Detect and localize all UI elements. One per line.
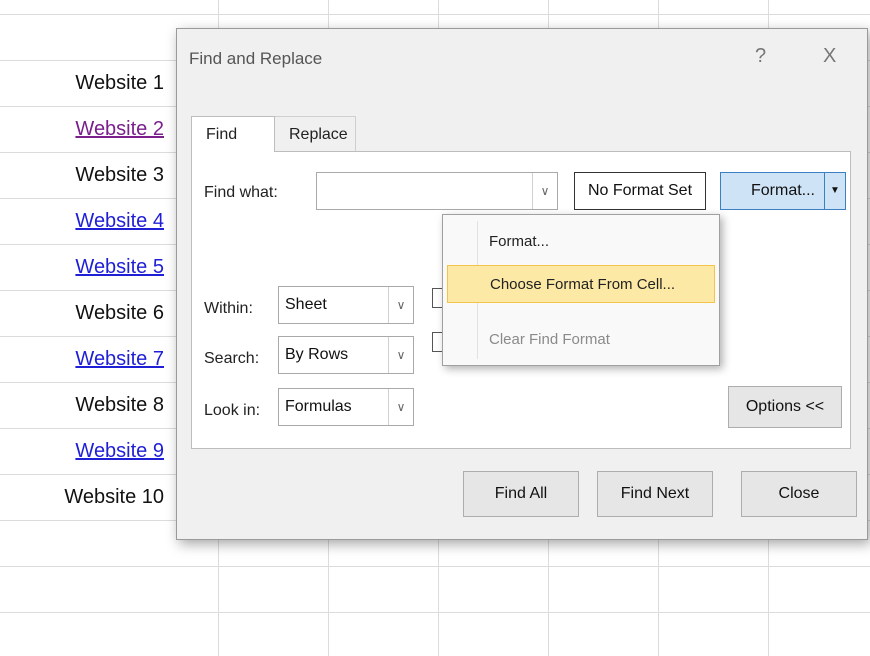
- within-label: Within:: [204, 300, 253, 317]
- search-select[interactable]: By Rows ∨: [278, 336, 414, 374]
- lookin-select[interactable]: Formulas ∨: [278, 388, 414, 426]
- cell-website-6[interactable]: Website 6: [0, 290, 172, 336]
- find-next-button[interactable]: Find Next: [597, 471, 713, 517]
- lookin-label: Look in:: [204, 402, 261, 419]
- chevron-down-icon[interactable]: ∨: [532, 173, 557, 209]
- tab-replace[interactable]: Replace: [274, 116, 356, 152]
- cell-website-1[interactable]: Website 1: [0, 60, 172, 106]
- cell-website-8[interactable]: Website 8: [0, 382, 172, 428]
- within-select[interactable]: Sheet ∨: [278, 286, 414, 324]
- grid-line: [0, 612, 870, 613]
- cell-website-5[interactable]: Website 5: [0, 244, 172, 290]
- search-label: Search:: [204, 350, 260, 367]
- menu-item-clear-find-format: Clear Find Format: [489, 331, 610, 348]
- search-value: By Rows: [285, 346, 349, 363]
- format-button[interactable]: Format... ▼: [720, 172, 846, 210]
- close-icon[interactable]: X: [823, 45, 836, 68]
- cell-website-10[interactable]: Website 10: [0, 474, 172, 520]
- cell-website-4[interactable]: Website 4: [0, 198, 172, 244]
- format-preview: No Format Set: [574, 172, 706, 210]
- find-what-input[interactable]: ∨: [316, 172, 558, 210]
- format-button-label: Format...: [750, 182, 815, 199]
- close-button[interactable]: Close: [741, 471, 857, 517]
- cell-website-3[interactable]: Website 3: [0, 152, 172, 198]
- menu-item-format[interactable]: Format...: [447, 223, 715, 261]
- help-button[interactable]: ?: [755, 45, 766, 68]
- find-all-button[interactable]: Find All: [463, 471, 579, 517]
- chevron-down-icon[interactable]: ∨: [388, 389, 413, 425]
- cell-website-9[interactable]: Website 9: [0, 428, 172, 474]
- chevron-down-icon[interactable]: ∨: [388, 337, 413, 373]
- dialog-title: Find and Replace: [189, 49, 323, 68]
- find-what-label: Find what:: [204, 184, 278, 201]
- cell-website-2[interactable]: Website 2: [0, 106, 172, 152]
- cell-website-7[interactable]: Website 7: [0, 336, 172, 382]
- lookin-value: Formulas: [285, 398, 352, 415]
- chevron-down-icon[interactable]: ∨: [388, 287, 413, 323]
- tab-find[interactable]: Find: [191, 116, 275, 152]
- options-button[interactable]: Options <<: [728, 386, 842, 428]
- grid-line: [0, 14, 870, 15]
- grid-line: [0, 566, 870, 567]
- dropdown-arrow-icon[interactable]: ▼: [824, 173, 845, 209]
- within-value: Sheet: [285, 296, 327, 313]
- format-dropdown-menu: Format... Choose Format From Cell... Cle…: [442, 214, 720, 366]
- menu-item-choose-format-from-cell[interactable]: Choose Format From Cell...: [447, 265, 715, 303]
